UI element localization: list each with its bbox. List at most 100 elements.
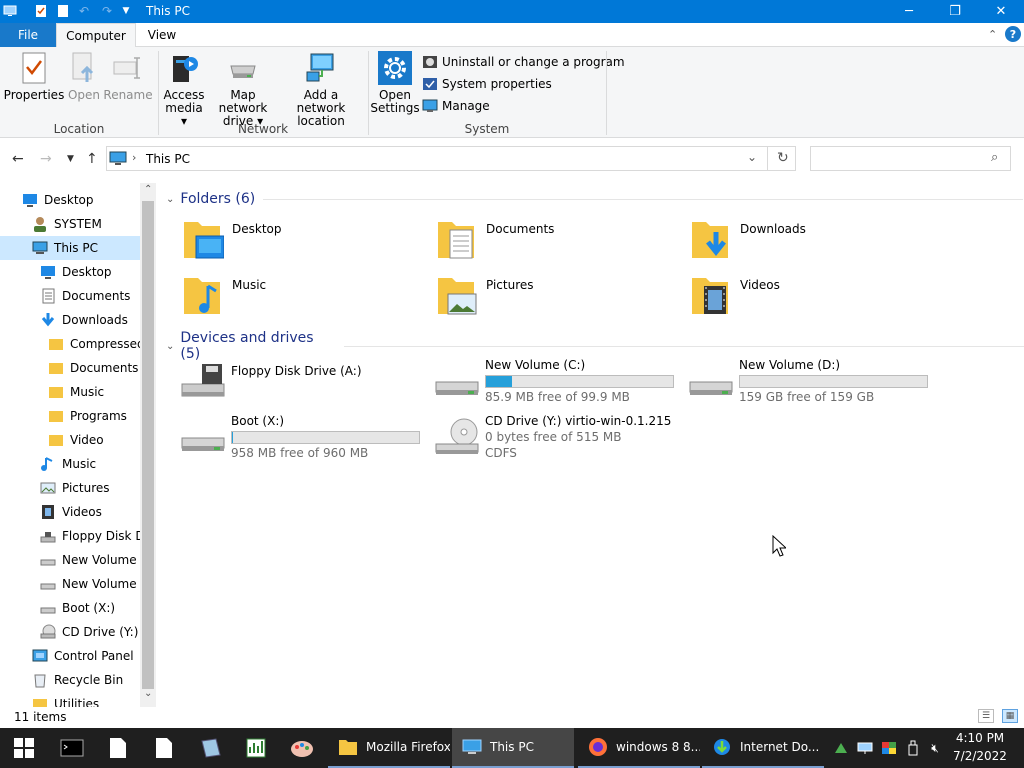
- nav-item-boot[interactable]: Boot (X:): [0, 596, 140, 620]
- documents-folder-icon: [438, 222, 474, 259]
- help-icon[interactable]: ?: [1005, 26, 1021, 42]
- system-properties-button[interactable]: System properties: [422, 74, 552, 94]
- open-settings-button[interactable]: Open Settings: [370, 51, 420, 115]
- close-button[interactable]: ✕: [978, 0, 1024, 23]
- hard-drive-icon: [689, 381, 733, 395]
- drive-usage-bar: [739, 375, 928, 388]
- tray-volume-muted-icon[interactable]: 🔇︎: [926, 739, 944, 757]
- nav-item-video-folder[interactable]: Video: [0, 428, 140, 452]
- clock-time[interactable]: 4:10 PM: [952, 731, 1008, 745]
- nav-item-music-folder[interactable]: Music: [0, 380, 140, 404]
- nav-item-pictures[interactable]: Pictures: [0, 476, 140, 500]
- taskbar-wordpad[interactable]: [142, 728, 186, 768]
- taskbar-window-browser[interactable]: windows 8 8...: [578, 728, 700, 768]
- nav-item-utilities[interactable]: Utilities: [0, 692, 140, 707]
- music-folder-icon: [184, 278, 220, 314]
- nav-item-desktop-2[interactable]: Desktop: [0, 260, 140, 284]
- taskbar-cmd[interactable]: [50, 728, 94, 768]
- properties-quick-icon[interactable]: [33, 3, 49, 19]
- taskbar-window-label: This PC: [490, 740, 534, 754]
- tab-computer[interactable]: Computer: [56, 23, 136, 48]
- nav-item-compressed[interactable]: Compressed: [0, 332, 140, 356]
- scroll-down-icon[interactable]: ⌄: [144, 688, 152, 699]
- rename-button[interactable]: Rename: [103, 51, 153, 102]
- nav-item-programs[interactable]: Programs: [0, 404, 140, 428]
- nav-label: Desktop: [44, 193, 94, 207]
- scroll-up-icon[interactable]: ⌃: [144, 184, 152, 195]
- forward-icon[interactable]: →: [40, 151, 52, 167]
- drive-tile-floppy[interactable]: Floppy Disk Drive (A:): [180, 358, 430, 408]
- properties-button[interactable]: Properties: [4, 51, 64, 102]
- taskbar-app-b[interactable]: [234, 728, 278, 768]
- mouse-cursor-icon: [772, 535, 786, 557]
- folder-tile-music[interactable]: Music: [180, 274, 420, 324]
- address-bar[interactable]: › This PC ⌄ ↻: [106, 146, 796, 171]
- taskbar-window-download-manager[interactable]: Internet Do...: [702, 728, 824, 768]
- drive-tile-cd[interactable]: CD Drive (Y:) virtio-win-0.1.215 0 bytes…: [434, 414, 684, 464]
- tiles-view-icon[interactable]: ▦: [1002, 709, 1018, 723]
- tray-usb-icon[interactable]: [904, 739, 922, 757]
- folder-tile-desktop[interactable]: Desktop: [180, 218, 420, 268]
- nav-item-cd-drive[interactable]: CD Drive (Y:) vi: [0, 620, 140, 644]
- scrollbar-thumb[interactable]: [142, 201, 154, 689]
- search-input[interactable]: ⌕: [810, 146, 1011, 171]
- drive-tile-volume-d[interactable]: New Volume (D:) 159 GB free of 159 GB: [688, 358, 938, 408]
- address-dropdown-icon[interactable]: ⌄: [747, 150, 757, 164]
- nav-item-desktop[interactable]: Desktop: [0, 188, 140, 212]
- nav-item-this-pc[interactable]: This PC: [0, 236, 140, 260]
- nav-item-system[interactable]: SYSTEM: [0, 212, 140, 236]
- clock-date[interactable]: 7/2/2022: [952, 749, 1008, 763]
- folder-tile-documents[interactable]: Documents: [434, 218, 674, 268]
- nav-item-floppy[interactable]: Floppy Disk Dri: [0, 524, 140, 548]
- tab-file[interactable]: File: [0, 23, 56, 47]
- drive-free-space: 85.9 MB free of 99.9 MB: [485, 390, 630, 404]
- maximize-button[interactable]: ❐: [932, 0, 978, 23]
- nav-item-documents-folder[interactable]: Documents: [0, 356, 140, 380]
- undo-icon[interactable]: ↶: [76, 3, 92, 19]
- taskbar-window-firefox-folder[interactable]: Mozilla Firefox: [328, 728, 450, 768]
- drive-tile-boot[interactable]: Boot (X:) 958 MB free of 960 MB: [180, 414, 430, 464]
- folder-tile-videos[interactable]: Videos: [688, 274, 928, 324]
- up-icon[interactable]: ↑: [86, 151, 98, 167]
- access-media-button[interactable]: Access media ▾: [162, 51, 206, 128]
- collapse-ribbon-icon[interactable]: ⌃: [988, 28, 997, 41]
- details-view-icon[interactable]: ☰: [978, 709, 994, 723]
- nav-item-videos[interactable]: Videos: [0, 500, 140, 524]
- nav-item-volume-c[interactable]: New Volume (C: [0, 548, 140, 572]
- start-button[interactable]: [0, 728, 48, 768]
- nav-item-documents[interactable]: Documents: [0, 284, 140, 308]
- tab-view[interactable]: View: [136, 23, 188, 47]
- folder-tile-downloads[interactable]: Downloads: [688, 218, 928, 268]
- drive-tile-volume-c[interactable]: New Volume (C:) 85.9 MB free of 99.9 MB: [434, 358, 684, 408]
- nav-item-control-panel[interactable]: Control Panel: [0, 644, 140, 668]
- folders-section-header[interactable]: ⌄ Folders (6): [166, 191, 1024, 207]
- quick-access-dropdown-icon[interactable]: ▼: [118, 3, 134, 19]
- nav-item-music[interactable]: Music: [0, 452, 140, 476]
- taskbar-window-this-pc[interactable]: This PC: [452, 728, 574, 768]
- tray-network-icon[interactable]: [856, 739, 874, 757]
- taskbar-app-a[interactable]: [188, 728, 232, 768]
- uninstall-program-button[interactable]: Uninstall or change a program: [422, 52, 625, 72]
- recent-locations-icon[interactable]: ▼: [67, 154, 74, 164]
- notebook-icon: [201, 738, 221, 758]
- taskbar-paint[interactable]: [280, 728, 324, 768]
- redo-icon[interactable]: ↷: [99, 3, 115, 19]
- minimize-button[interactable]: ─: [886, 0, 932, 23]
- nav-item-recycle-bin[interactable]: Recycle Bin: [0, 668, 140, 692]
- tray-network-app-icon[interactable]: [832, 739, 850, 757]
- nav-item-volume-d[interactable]: New Volume (D: [0, 572, 140, 596]
- taskbar-notepad[interactable]: [96, 728, 140, 768]
- folders-header-label: Folders (6): [180, 191, 256, 207]
- map-network-drive-button[interactable]: Map network drive ▾: [206, 51, 280, 128]
- tray-color-icon[interactable]: [880, 739, 898, 757]
- new-folder-quick-icon[interactable]: [55, 3, 71, 19]
- refresh-icon[interactable]: ↻: [777, 150, 789, 166]
- add-network-location-button[interactable]: Add a network location: [282, 51, 360, 128]
- back-icon[interactable]: ←: [12, 151, 24, 167]
- nav-item-downloads[interactable]: Downloads: [0, 308, 140, 332]
- manage-button[interactable]: Manage: [422, 96, 490, 116]
- open-button[interactable]: Open: [64, 51, 104, 102]
- document-icon: [110, 738, 126, 758]
- folder-tile-pictures[interactable]: Pictures: [434, 274, 674, 324]
- nav-scrollbar[interactable]: ⌃ ⌄: [140, 183, 156, 707]
